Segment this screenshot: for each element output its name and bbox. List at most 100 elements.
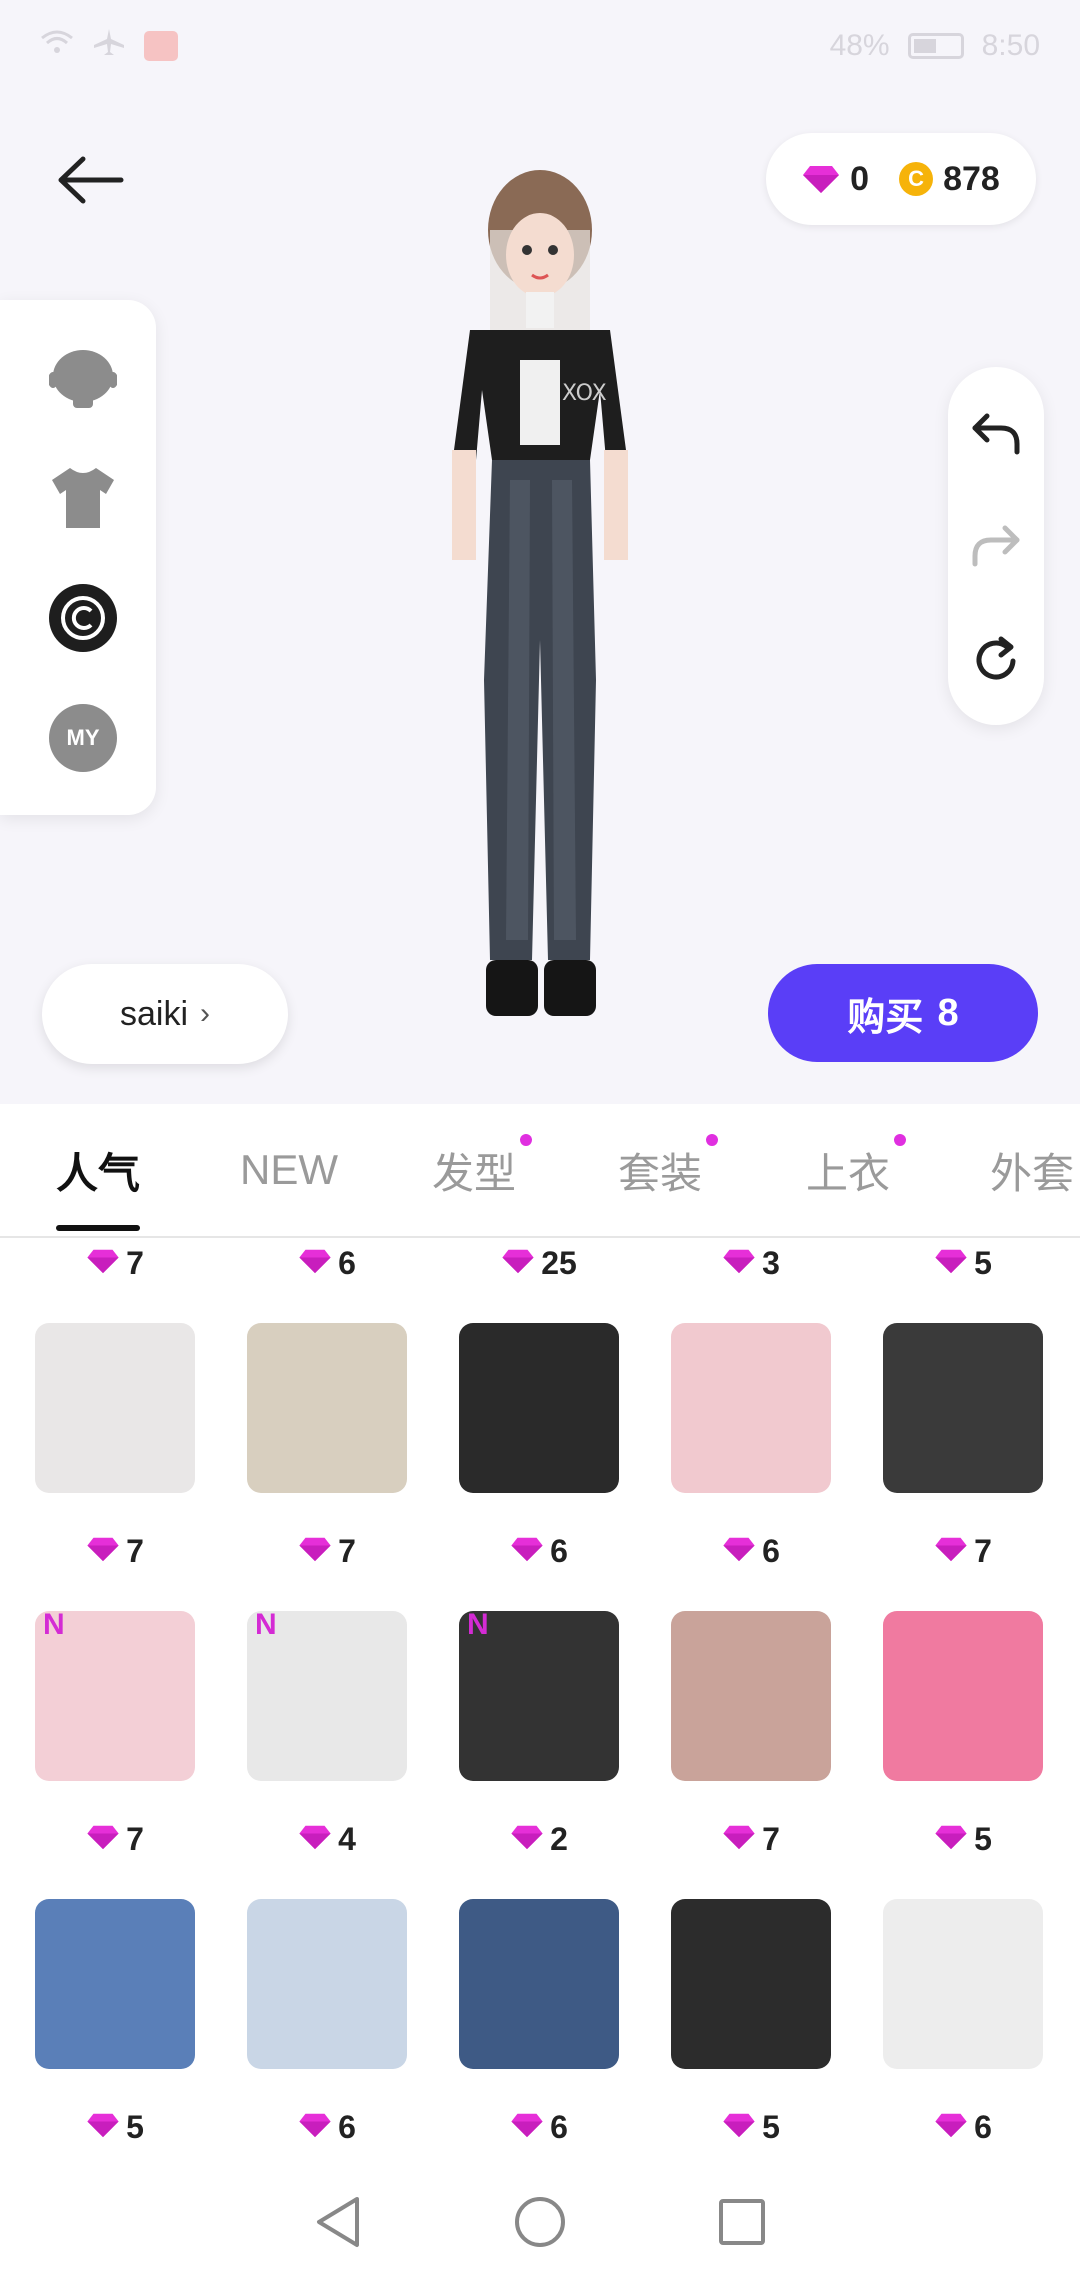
item-price: 5 xyxy=(857,1238,1069,1288)
copyright-category-button[interactable] xyxy=(48,583,118,653)
price-value: 6 xyxy=(974,2108,992,2145)
price-value: 25 xyxy=(541,1244,577,1281)
eye-makeup-icon xyxy=(671,1611,831,1781)
new-dot-badge xyxy=(520,1133,533,1146)
redo-button[interactable] xyxy=(960,510,1032,582)
new-badge: N xyxy=(255,1608,277,1641)
nav-home-button[interactable] xyxy=(513,2195,567,2254)
coin-count: 878 xyxy=(943,159,1000,198)
item-card[interactable] xyxy=(9,1318,221,1498)
head-category-button[interactable] xyxy=(48,343,118,413)
price-value: 5 xyxy=(974,1244,992,1281)
price-row: 7 4 2 7 5 xyxy=(0,1814,1080,1864)
item-price: 7 xyxy=(857,1526,1069,1576)
head-icon xyxy=(49,350,117,408)
new-dot-badge xyxy=(894,1133,907,1146)
item-price: 7 xyxy=(645,1814,857,1864)
item-card[interactable]: N xyxy=(9,1606,221,1786)
my-category-button[interactable]: MY xyxy=(48,703,118,773)
circle-home-icon xyxy=(515,2196,565,2247)
item-card[interactable] xyxy=(857,1894,1069,2074)
denim-shorts-icon xyxy=(35,1899,195,2069)
airplane-icon xyxy=(92,27,126,65)
redo-icon xyxy=(972,525,1020,567)
item-card[interactable] xyxy=(433,1318,645,1498)
item-price: 6 xyxy=(857,2102,1069,2152)
svg-text:XOX: XOX xyxy=(562,381,607,406)
avatar-preview[interactable]: XOX xyxy=(410,160,670,1060)
undo-icon xyxy=(972,413,1020,455)
reset-button[interactable] xyxy=(960,624,1032,696)
tab-2[interactable]: 发型 xyxy=(432,1133,533,1201)
new-badge: N xyxy=(43,1608,65,1641)
floral-kimono-icon xyxy=(247,1899,407,2069)
item-card[interactable] xyxy=(645,1606,857,1786)
item-price: 6 xyxy=(433,2102,645,2152)
item-card[interactable] xyxy=(433,1894,645,2074)
tab-label: 外套 xyxy=(990,1149,1075,1197)
gem-icon xyxy=(803,166,840,193)
price-row: 7 6 25 3 5 xyxy=(0,1238,1080,1288)
item-row xyxy=(0,1318,1080,1498)
gem-icon xyxy=(722,2109,756,2146)
item-price: 4 xyxy=(221,1814,433,1864)
price-value: 6 xyxy=(338,2108,356,2145)
item-price: 3 xyxy=(645,1238,857,1288)
gem-icon xyxy=(510,1821,544,1858)
username-button[interactable]: saiki › xyxy=(42,964,288,1064)
undo-button[interactable] xyxy=(960,398,1032,470)
buy-button[interactable]: 购买 8 xyxy=(768,964,1038,1062)
item-card[interactable] xyxy=(221,1318,433,1498)
tab-1[interactable]: NEW xyxy=(240,1146,338,1194)
black-bun-hair-icon xyxy=(883,1323,1043,1493)
item-price: 6 xyxy=(433,1526,645,1576)
price-value: 3 xyxy=(762,1244,780,1281)
gem-icon xyxy=(934,1533,968,1570)
item-card[interactable]: N xyxy=(433,1606,645,1786)
tab-4[interactable]: 上衣 xyxy=(806,1133,907,1201)
my-badge: MY xyxy=(49,704,117,772)
item-price: 6 xyxy=(221,1238,433,1288)
item-card[interactable] xyxy=(645,1894,857,2074)
avatar-figure: XOX xyxy=(452,170,628,1016)
item-card[interactable] xyxy=(221,1894,433,2074)
item-price: 6 xyxy=(645,1526,857,1576)
item-card[interactable] xyxy=(857,1606,1069,1786)
item-price: 6 xyxy=(221,2102,433,2152)
tab-3[interactable]: 套装 xyxy=(618,1133,719,1201)
price-value: 4 xyxy=(338,1820,356,1857)
price-value: 7 xyxy=(126,1532,144,1569)
buy-count: 8 xyxy=(937,991,959,1034)
back-button[interactable] xyxy=(50,145,130,215)
tshirt-icon xyxy=(52,468,114,528)
clothing-category-button[interactable] xyxy=(48,463,118,533)
price-value: 5 xyxy=(126,2108,144,2145)
price-value: 7 xyxy=(126,1244,144,1281)
gem-icon xyxy=(86,1533,120,1570)
item-card[interactable] xyxy=(645,1318,857,1498)
price-value: 6 xyxy=(762,1532,780,1569)
price-row: 5 6 6 5 6 xyxy=(0,2102,1080,2152)
item-card[interactable] xyxy=(857,1318,1069,1498)
tab-0[interactable]: 人气 xyxy=(56,1140,141,1231)
tab-5[interactable]: 外套 xyxy=(990,1140,1074,1201)
gem-icon xyxy=(510,1533,544,1570)
currency-display[interactable]: 0 C 878 xyxy=(766,133,1036,225)
nav-recents-button[interactable] xyxy=(717,2197,767,2252)
price-value: 6 xyxy=(338,1244,356,1281)
status-icons-left xyxy=(40,27,178,65)
refresh-icon xyxy=(976,636,1016,680)
price-value: 7 xyxy=(762,1820,780,1857)
blonde-bun-hair-icon xyxy=(247,1323,407,1493)
price-value: 5 xyxy=(762,2108,780,2145)
gem-icon xyxy=(298,1821,332,1858)
gem-icon xyxy=(934,2109,968,2146)
gem-icon xyxy=(510,2109,544,2146)
nav-back-button[interactable] xyxy=(313,2195,363,2254)
battery-percent: 48% xyxy=(829,29,890,62)
item-card[interactable]: N xyxy=(221,1606,433,1786)
item-price: 5 xyxy=(9,2102,221,2152)
item-card[interactable] xyxy=(9,1894,221,2074)
battery-icon xyxy=(907,33,964,59)
new-badge: N xyxy=(467,1608,489,1641)
